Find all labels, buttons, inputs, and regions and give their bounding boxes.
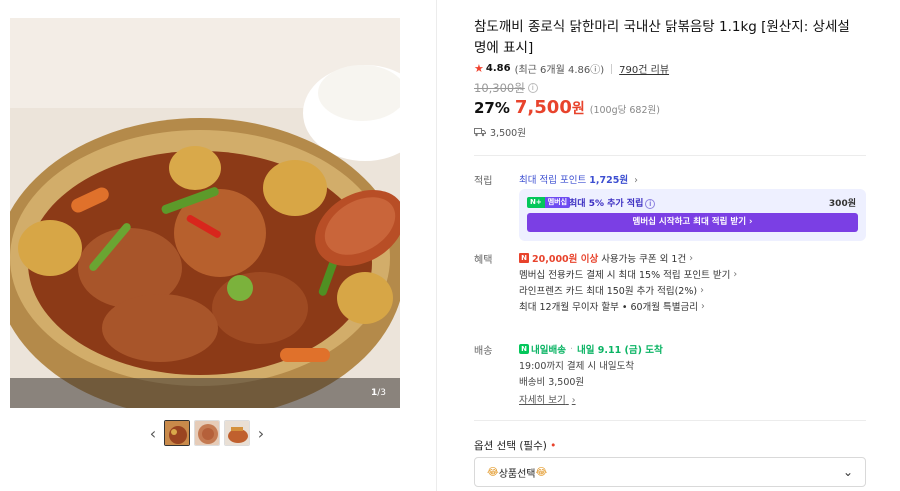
naver-n-icon: N: [519, 344, 529, 354]
max-points-prefix: 최대 적립 포인트: [519, 175, 587, 186]
image-counter: 1/3: [371, 388, 386, 398]
shipping-fee: 3,500원: [490, 128, 526, 139]
benefit-item[interactable]: 라인프렌즈 카드 최대 150원 추가 적립(2%) ›: [519, 283, 704, 298]
extra-points-text: 최대 5% 추가 적립 i: [569, 196, 656, 209]
coupon-icon: N: [519, 253, 529, 263]
benefit-item-text: 최대 12개월 무이자 할부 • 60개월 특별금리: [519, 302, 698, 313]
delivery-fee: 배송비 3,500원: [519, 377, 585, 388]
product-gallery: 1/3 ‹ ›: [0, 0, 437, 491]
coupon-threshold: 20,000원 이상: [532, 254, 599, 265]
membership-points-box: N+ 멤버십 최대 5% 추가 적립 i 300원 멤버십 시작하고 최대 적립 …: [519, 189, 866, 241]
thumbnail-2-image: [195, 421, 219, 445]
dakbokkeumtang-image: [10, 18, 400, 408]
start-membership-button[interactable]: 멤버십 시작하고 최대 적립 받기 ›: [527, 213, 858, 232]
option-selected-value: 상품선택: [498, 468, 536, 480]
extra-points-amount: 300원: [828, 199, 856, 209]
benefit-item-text: 멤버십 전용카드 결제 시 최대 15% 적립 포인트 받기: [519, 270, 731, 281]
thumbnail-3[interactable]: [224, 420, 250, 446]
discount-rate: 27%: [474, 99, 510, 117]
delivery-cutoff: 19:00까지 결제 시 내일도착: [519, 361, 635, 372]
thumbnail-1-image: [165, 421, 189, 445]
original-price: 10,300원 i: [474, 80, 538, 96]
chevron-down-icon: ⌄: [842, 465, 853, 479]
rating-recent[interactable]: (최근 6개월 4.86ⓘ): [515, 61, 605, 76]
required-mark: •: [550, 440, 557, 452]
sale-price: 7,500: [514, 97, 572, 118]
unit-price: (100g당 682원): [589, 105, 660, 116]
emoji-right: 😂: [535, 466, 548, 478]
extra-points-label: 최대 5% 추가 적립: [569, 199, 644, 209]
emoji-left: 😂: [487, 466, 499, 478]
badge-membership: 멤버십: [544, 197, 571, 208]
thumb-next-icon[interactable]: ›: [254, 420, 268, 446]
benefits-label: 혜택: [474, 255, 493, 266]
delivery-label: 배송: [474, 346, 493, 357]
benefit-item-text: 라인프렌즈 카드 최대 150원 추가 적립(2%): [519, 286, 698, 297]
thumbnail-strip: ‹ ›: [146, 420, 268, 446]
info-icon[interactable]: i: [645, 199, 656, 209]
truck-icon: [474, 128, 486, 137]
image-counter-total: /3: [377, 388, 386, 398]
main-product-image[interactable]: 1/3: [10, 18, 400, 408]
shipping-fee-row: 3,500원: [474, 125, 526, 139]
star-icon: ★: [474, 62, 484, 75]
delivery-headline: N 내일배송 · 내일 9.11 (금) 도착: [519, 342, 663, 356]
rating-score: 4.86: [485, 63, 511, 74]
chevron-right-icon: ›: [689, 252, 694, 264]
price-row: 27% 7,500 원 (100g당 682원): [474, 97, 660, 118]
badge-n: N+: [527, 197, 545, 208]
rating-row: ★ 4.86 (최근 6개월 4.86ⓘ) 790건 리뷰: [474, 61, 669, 76]
coupon-text: 사용가능 쿠폰 외 1건: [601, 254, 687, 265]
max-points-value: 1,725원: [589, 175, 629, 186]
original-price-value: 10,300원: [474, 81, 525, 95]
coupon-benefit[interactable]: N 20,000원 이상 사용가능 쿠폰 외 1건 ›: [519, 251, 693, 265]
tomorrow-delivery-badge: N 내일배송: [519, 342, 566, 356]
dot-separator: ·: [569, 343, 573, 355]
info-icon[interactable]: i: [527, 83, 538, 93]
currency-won: 원: [571, 101, 585, 117]
delivery-detail-link[interactable]: 자세히 보기 ›: [519, 392, 576, 406]
thumb-prev-icon[interactable]: ‹: [146, 420, 160, 446]
chevron-right-icon: ›: [701, 300, 705, 312]
points-label: 적립: [474, 176, 493, 187]
chevron-right-icon: ›: [700, 284, 704, 296]
option-select[interactable]: 😂 상품선택 😂 ⌄: [474, 457, 866, 487]
option-label: 옵션 선택 (필수) •: [474, 438, 556, 453]
thumbnail-2[interactable]: [194, 420, 220, 446]
product-title: 참도깨비 종로식 닭한마리 국내산 닭볶음탕 1.1kg [원산지: 상세설명에…: [474, 19, 850, 56]
thumbnail-1[interactable]: [164, 420, 190, 446]
max-points-link[interactable]: 최대 적립 포인트 1,725원 ›: [519, 172, 638, 186]
thumbnail-3-image: [225, 421, 249, 445]
benefit-item[interactable]: 멤버십 전용카드 결제 시 최대 15% 적립 포인트 받기 ›: [519, 267, 738, 282]
option-label-text: 옵션 선택 (필수): [474, 440, 547, 452]
tomorrow-delivery-text: 내일배송: [531, 345, 566, 356]
chevron-right-icon: ›: [571, 395, 576, 406]
chevron-right-icon: ›: [634, 175, 638, 186]
arrival-date: 내일 9.11 (금) 도착: [577, 345, 663, 356]
review-count-link[interactable]: 790건 리뷰: [619, 61, 669, 76]
npay-membership-badge: N+ 멤버십: [527, 197, 571, 208]
benefit-item[interactable]: 최대 12개월 무이자 할부 • 60개월 특별금리 ›: [519, 299, 705, 314]
divider: [611, 63, 613, 74]
section-divider: [474, 155, 866, 156]
chevron-right-icon: ›: [733, 268, 738, 280]
section-divider: [474, 420, 866, 421]
delivery-detail-text: 자세히 보기: [519, 395, 566, 406]
